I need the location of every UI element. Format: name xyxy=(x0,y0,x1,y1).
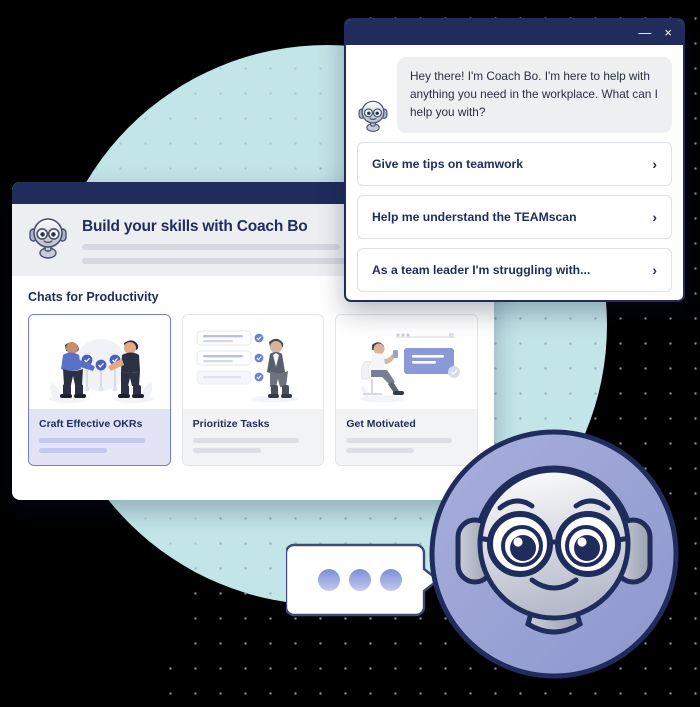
chat-option-teamwork-tips[interactable]: Give me tips on teamwork › xyxy=(357,141,672,186)
coach-bo-robot-icon xyxy=(357,99,389,132)
header-skeleton-line xyxy=(82,258,366,264)
header-skeleton-line xyxy=(82,244,340,250)
card-label: Prioritize Tasks xyxy=(192,418,270,430)
chat-window: — × Hey there! I'm Coach Bo. I'm here to… xyxy=(344,18,685,302)
minimize-icon[interactable]: — xyxy=(638,26,651,39)
chevron-right-icon: › xyxy=(652,208,657,225)
checklist-with-standing-person-illustration xyxy=(182,315,324,409)
chat-option-label: As a team leader I'm struggling with... xyxy=(372,262,591,277)
close-icon[interactable]: × xyxy=(664,26,672,39)
card-skeleton-line xyxy=(39,438,145,443)
chat-option-label: Give me tips on teamwork xyxy=(372,156,524,171)
chat-option-team-leader-struggling[interactable]: As a team leader I'm struggling with... … xyxy=(357,247,672,292)
typing-dots-speech-bubble xyxy=(284,541,441,619)
card-skeleton-line xyxy=(39,448,107,453)
card-skeleton-line xyxy=(192,438,299,443)
two-people-handshake-milestones-illustration xyxy=(29,315,170,409)
bot-greeting-message: Hey there! I'm Coach Bo. I'm here to hel… xyxy=(397,57,672,133)
chevron-right-icon: › xyxy=(652,155,657,172)
chat-card-craft-effective-okrs[interactable]: Craft Effective OKRs xyxy=(28,314,171,466)
card-skeleton-line xyxy=(192,448,261,453)
card-footer: Prioritize Tasks xyxy=(182,409,324,465)
chat-option-understand-teamscan[interactable]: Help me understand the TEAMscan › xyxy=(357,194,672,239)
page-root: Build your skills with Coach Bo Chats fo… xyxy=(0,0,700,707)
seated-person-with-message-illustration xyxy=(336,315,478,409)
chevron-right-icon: › xyxy=(652,261,657,278)
coach-bo-robot-mascot xyxy=(428,428,680,680)
card-label: Craft Effective OKRs xyxy=(39,418,143,430)
chat-option-label: Help me understand the TEAMscan xyxy=(372,209,577,224)
chat-card-prioritize-tasks[interactable]: Prioritize Tasks xyxy=(181,314,325,466)
bot-message-row: Hey there! I'm Coach Bo. I'm here to hel… xyxy=(357,57,672,133)
app-body: Chats for Productivity Craft Effective O… xyxy=(12,276,494,466)
chat-titlebar: — × xyxy=(346,20,683,45)
coach-bo-robot-icon xyxy=(28,216,68,265)
card-footer: Craft Effective OKRs xyxy=(29,409,170,465)
chat-body: Hey there! I'm Coach Bo. I'm here to hel… xyxy=(346,45,683,300)
card-skeleton-line xyxy=(346,448,415,453)
card-row: Craft Effective OKRs Prioritize Tasks Ge… xyxy=(28,314,479,466)
